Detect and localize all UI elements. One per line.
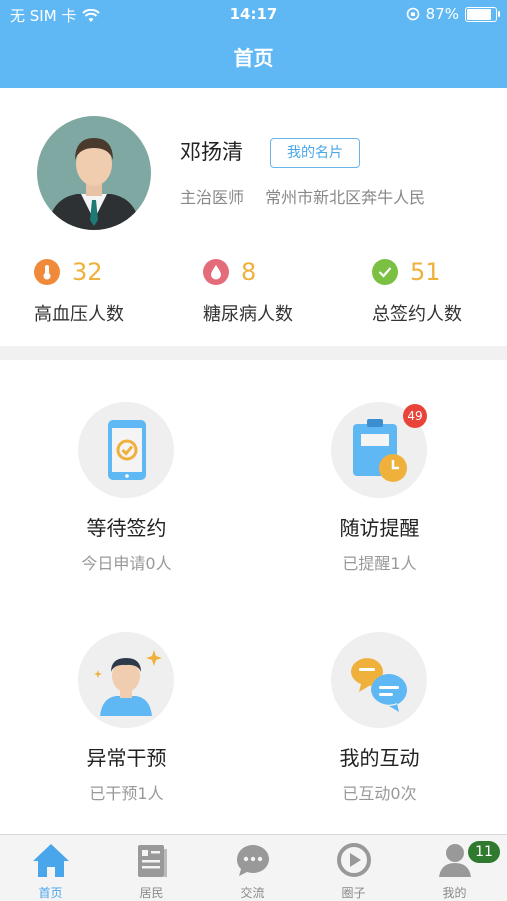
tile-subtitle: 已提醒1人 (342, 554, 417, 573)
tile-icon-bg (331, 632, 427, 728)
tile-title: 异常干预 (86, 746, 167, 770)
status-bar: 无 SIM 卡 14:17 87% (0, 0, 507, 30)
check-circle-icon (372, 259, 398, 285)
tile-icon-bg (78, 402, 174, 498)
tile-title: 随访提醒 (339, 516, 420, 540)
tile-icon-bg (78, 632, 174, 728)
tab-residents[interactable]: 居民 (101, 835, 202, 901)
home-icon (33, 844, 69, 877)
bottom-tab-bar: 首页 居民 交流 圈子 11 我的 (0, 834, 507, 901)
chat-bubbles-icon (351, 658, 407, 712)
tile-abnormal-intervention[interactable]: 异常干预 已干预1人 (0, 590, 253, 820)
person-sparkle-icon (94, 650, 162, 716)
tile-subtitle: 今日申请0人 (81, 554, 172, 573)
tile-subtitle: 已互动0次 (342, 784, 417, 803)
tile-my-interactions[interactable]: 我的互动 已互动0次 (253, 590, 506, 820)
residents-icon (138, 845, 167, 877)
tile-subtitle: 已干预1人 (89, 784, 164, 803)
battery-percent: 87% (425, 5, 459, 23)
battery-icon (465, 6, 500, 22)
stat-label: 糖尿病人数 (203, 304, 293, 325)
stat-diabetes[interactable]: 8 糖尿病人数 (203, 258, 373, 326)
stat-hypertension[interactable]: 32 高血压人数 (34, 258, 204, 326)
tab-label: 我的 (442, 886, 467, 900)
doctor-hospital: 常州市新北区奔牛人民 (265, 188, 426, 207)
avatar[interactable] (37, 116, 151, 230)
tab-label: 圈子 (341, 886, 366, 900)
my-card-button[interactable]: 我的名片 (270, 138, 360, 168)
stat-value: 51 (410, 258, 441, 286)
tab-label: 居民 (139, 886, 164, 900)
tab-label: 交流 (240, 886, 265, 900)
thermometer-icon (34, 259, 60, 285)
page-title: 首页 (233, 46, 274, 70)
tab-label: 首页 (38, 886, 63, 900)
doctor-role-line: 主治医师 常州市新北区奔牛人民 (180, 184, 425, 208)
tab-home[interactable]: 首页 (0, 835, 101, 901)
tile-title: 我的互动 (339, 746, 420, 770)
tablet-check-icon (108, 420, 146, 480)
tab-chat[interactable]: 交流 (202, 835, 303, 901)
stat-value: 8 (241, 258, 257, 286)
chat-icon (236, 845, 269, 876)
stat-value: 32 (72, 258, 103, 286)
me-badge: 11 (468, 841, 500, 863)
stat-label: 总签约人数 (372, 304, 462, 325)
followup-badge: 49 (403, 404, 427, 428)
status-right: 87% (406, 5, 500, 23)
tile-title: 等待签约 (86, 516, 167, 540)
doctor-name: 邓扬清 (180, 140, 243, 164)
orientation-lock-icon (406, 7, 419, 21)
circle-icon (337, 843, 371, 877)
top-bar: 无 SIM 卡 14:17 87% 首页 (0, 0, 507, 88)
tab-me[interactable]: 11 我的 (404, 835, 505, 901)
tile-waiting-sign[interactable]: 等待签约 今日申请0人 (0, 360, 253, 590)
doctor-profile-card: 邓扬清 我的名片 主治医师 常州市新北区奔牛人民 32 高血压人数 8 糖尿病人… (0, 88, 507, 346)
doctor-title: 主治医师 (180, 188, 245, 207)
section-divider (0, 346, 507, 360)
blood-drop-icon (203, 259, 229, 285)
stat-label: 高血压人数 (34, 304, 124, 325)
stat-total-signed[interactable]: 51 总签约人数 (372, 258, 507, 326)
tab-circle[interactable]: 圈子 (303, 835, 404, 901)
tile-followup-reminder[interactable]: 49 随访提醒 已提醒1人 (253, 360, 506, 590)
